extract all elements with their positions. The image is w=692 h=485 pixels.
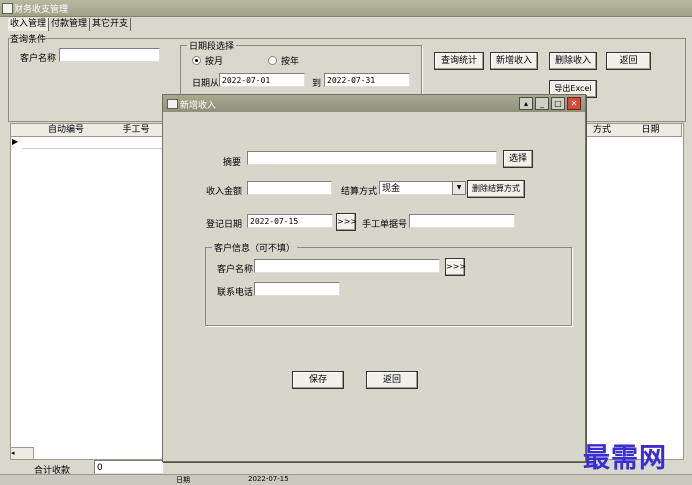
dialog-customer-name-label: 客户名称 [217, 265, 254, 275]
customer-lookup-button[interactable]: >>> [445, 258, 466, 276]
add-income-dialog: 新增收入 ▴ _ □ ✕ 摘要 选择 收入金额 结算方式 现金 ▼ 删除结算方式… [162, 94, 586, 462]
total-income-value: 0 [94, 460, 164, 474]
column-header-manual-no[interactable]: 手工号 [110, 124, 163, 137]
phone-label: 联系电话 [217, 288, 254, 298]
dialog-help-icon[interactable]: ▴ [519, 97, 533, 110]
dialog-maximize-icon[interactable]: □ [551, 97, 565, 110]
delete-income-button[interactable]: 删除收入 [549, 52, 597, 70]
manual-no-input[interactable] [409, 214, 515, 228]
amount-input[interactable] [247, 181, 332, 195]
system-menu-icon[interactable] [2, 3, 13, 14]
settle-method-label: 结算方式 [341, 187, 378, 197]
manual-no-label: 手工单据号 [362, 220, 408, 230]
column-header-method[interactable]: 方式 [584, 124, 621, 137]
window-titlebar: 财务收支管理 [0, 0, 692, 17]
summary-label: 摘要 [223, 158, 242, 168]
watermark-text: 最需网 [583, 443, 667, 474]
back-button[interactable]: 返回 [606, 52, 651, 70]
dialog-minimize-icon[interactable]: _ [535, 97, 549, 110]
dialog-title: 新增收入 [180, 101, 217, 111]
date-from-label: 日期从 [192, 79, 220, 89]
table-row[interactable] [22, 137, 162, 149]
tab-strip: 收入管理 付款管理 其它开支 [8, 18, 132, 31]
date-range-group-label: 日期段选择 [187, 39, 237, 52]
date-to-label: 到 [312, 79, 322, 89]
date-to-input[interactable]: 2022-07-31 [324, 73, 410, 87]
column-header-auto-no[interactable]: 自动编号 [22, 124, 111, 137]
customer-info-group-label: 客户信息（可不填） [212, 241, 298, 254]
date-from-input[interactable]: 2022-07-01 [219, 73, 305, 87]
dropdown-arrow-icon[interactable]: ▼ [452, 181, 466, 195]
by-year-label: 按年 [281, 57, 300, 67]
scroll-left-icon[interactable]: ◂ [10, 447, 34, 460]
query-stats-button[interactable]: 查询统计 [434, 52, 484, 70]
window-title: 财务收支管理 [14, 5, 69, 15]
reg-date-picker-button[interactable]: >>> [336, 213, 357, 231]
phone-input[interactable] [254, 282, 340, 296]
by-month-label: 按月 [205, 57, 224, 67]
radio-dot-icon [268, 56, 277, 65]
column-header-date[interactable]: 日期 [620, 124, 682, 137]
reg-date-label: 登记日期 [206, 220, 243, 230]
tab-income[interactable]: 收入管理 [8, 18, 50, 31]
tab-other-expense[interactable]: 其它开支 [90, 18, 132, 31]
status-bar: 日期 2022-07-15 [0, 474, 692, 485]
save-button[interactable]: 保存 [292, 371, 344, 389]
dialog-close-icon[interactable]: ✕ [567, 97, 581, 110]
by-year-radio[interactable]: 按年 [268, 54, 299, 67]
customer-input[interactable] [59, 48, 160, 62]
status-date-value: 2022-07-15 [248, 475, 289, 483]
by-month-radio[interactable]: 按月 [192, 54, 223, 67]
summary-input[interactable] [247, 151, 497, 165]
current-row-indicator-icon: ▶ [12, 137, 19, 146]
dialog-titlebar: 新增收入 ▴ _ □ ✕ [163, 95, 585, 112]
add-income-button[interactable]: 新增收入 [490, 52, 538, 70]
reg-date-input[interactable]: 2022-07-15 [247, 214, 333, 228]
dialog-customer-name-input[interactable] [254, 259, 440, 273]
select-summary-button[interactable]: 选择 [503, 150, 533, 168]
settle-method-select[interactable]: 现金 ▼ [379, 181, 466, 195]
dialog-system-menu-icon[interactable] [167, 99, 178, 109]
amount-label: 收入金额 [206, 187, 243, 197]
radio-dot-icon [192, 56, 201, 65]
tab-payment[interactable]: 付款管理 [49, 18, 91, 31]
dialog-back-button[interactable]: 返回 [366, 371, 418, 389]
delete-settle-method-button[interactable]: 删除结算方式 [467, 180, 525, 198]
customer-label: 客户名称 [20, 54, 57, 64]
